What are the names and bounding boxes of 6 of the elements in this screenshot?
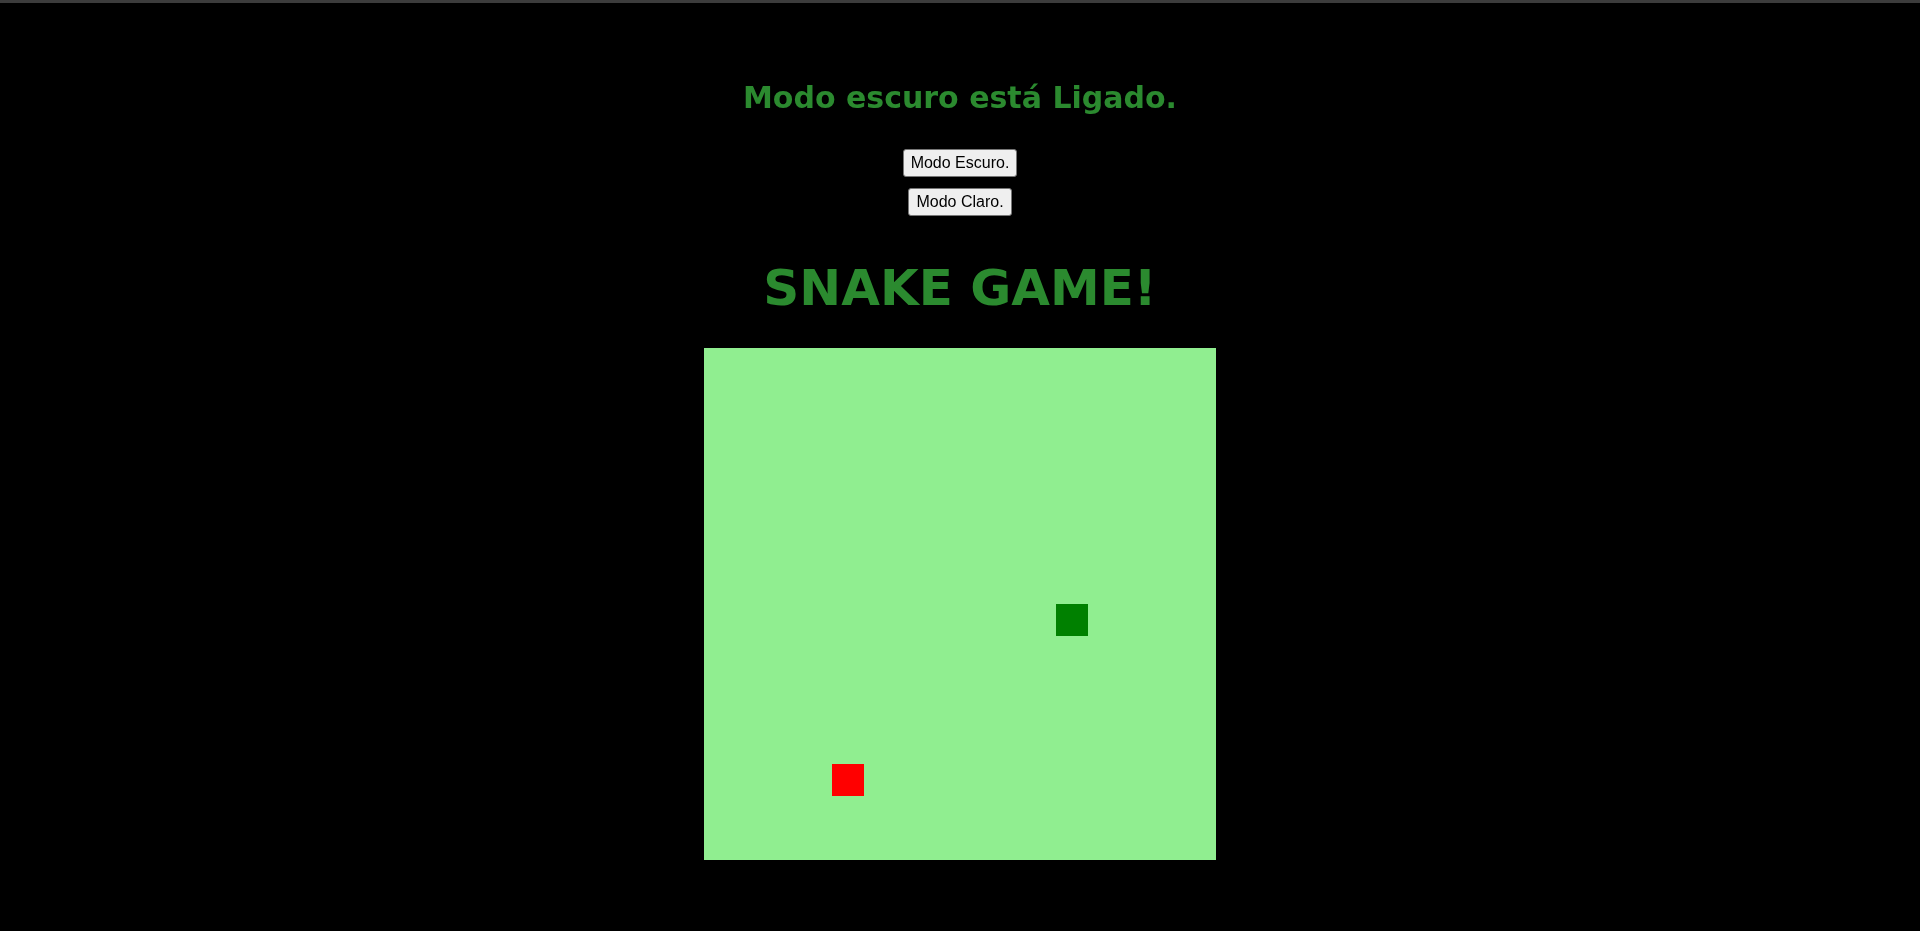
light-mode-button[interactable]: Modo Claro. [908, 188, 1012, 216]
food-block [832, 764, 864, 796]
snake-segment [1056, 604, 1088, 636]
dark-mode-status-heading: Modo escuro está Ligado. [743, 80, 1177, 115]
dark-mode-button[interactable]: Modo Escuro. [902, 149, 1018, 177]
game-title: SNAKE GAME! [763, 259, 1157, 317]
